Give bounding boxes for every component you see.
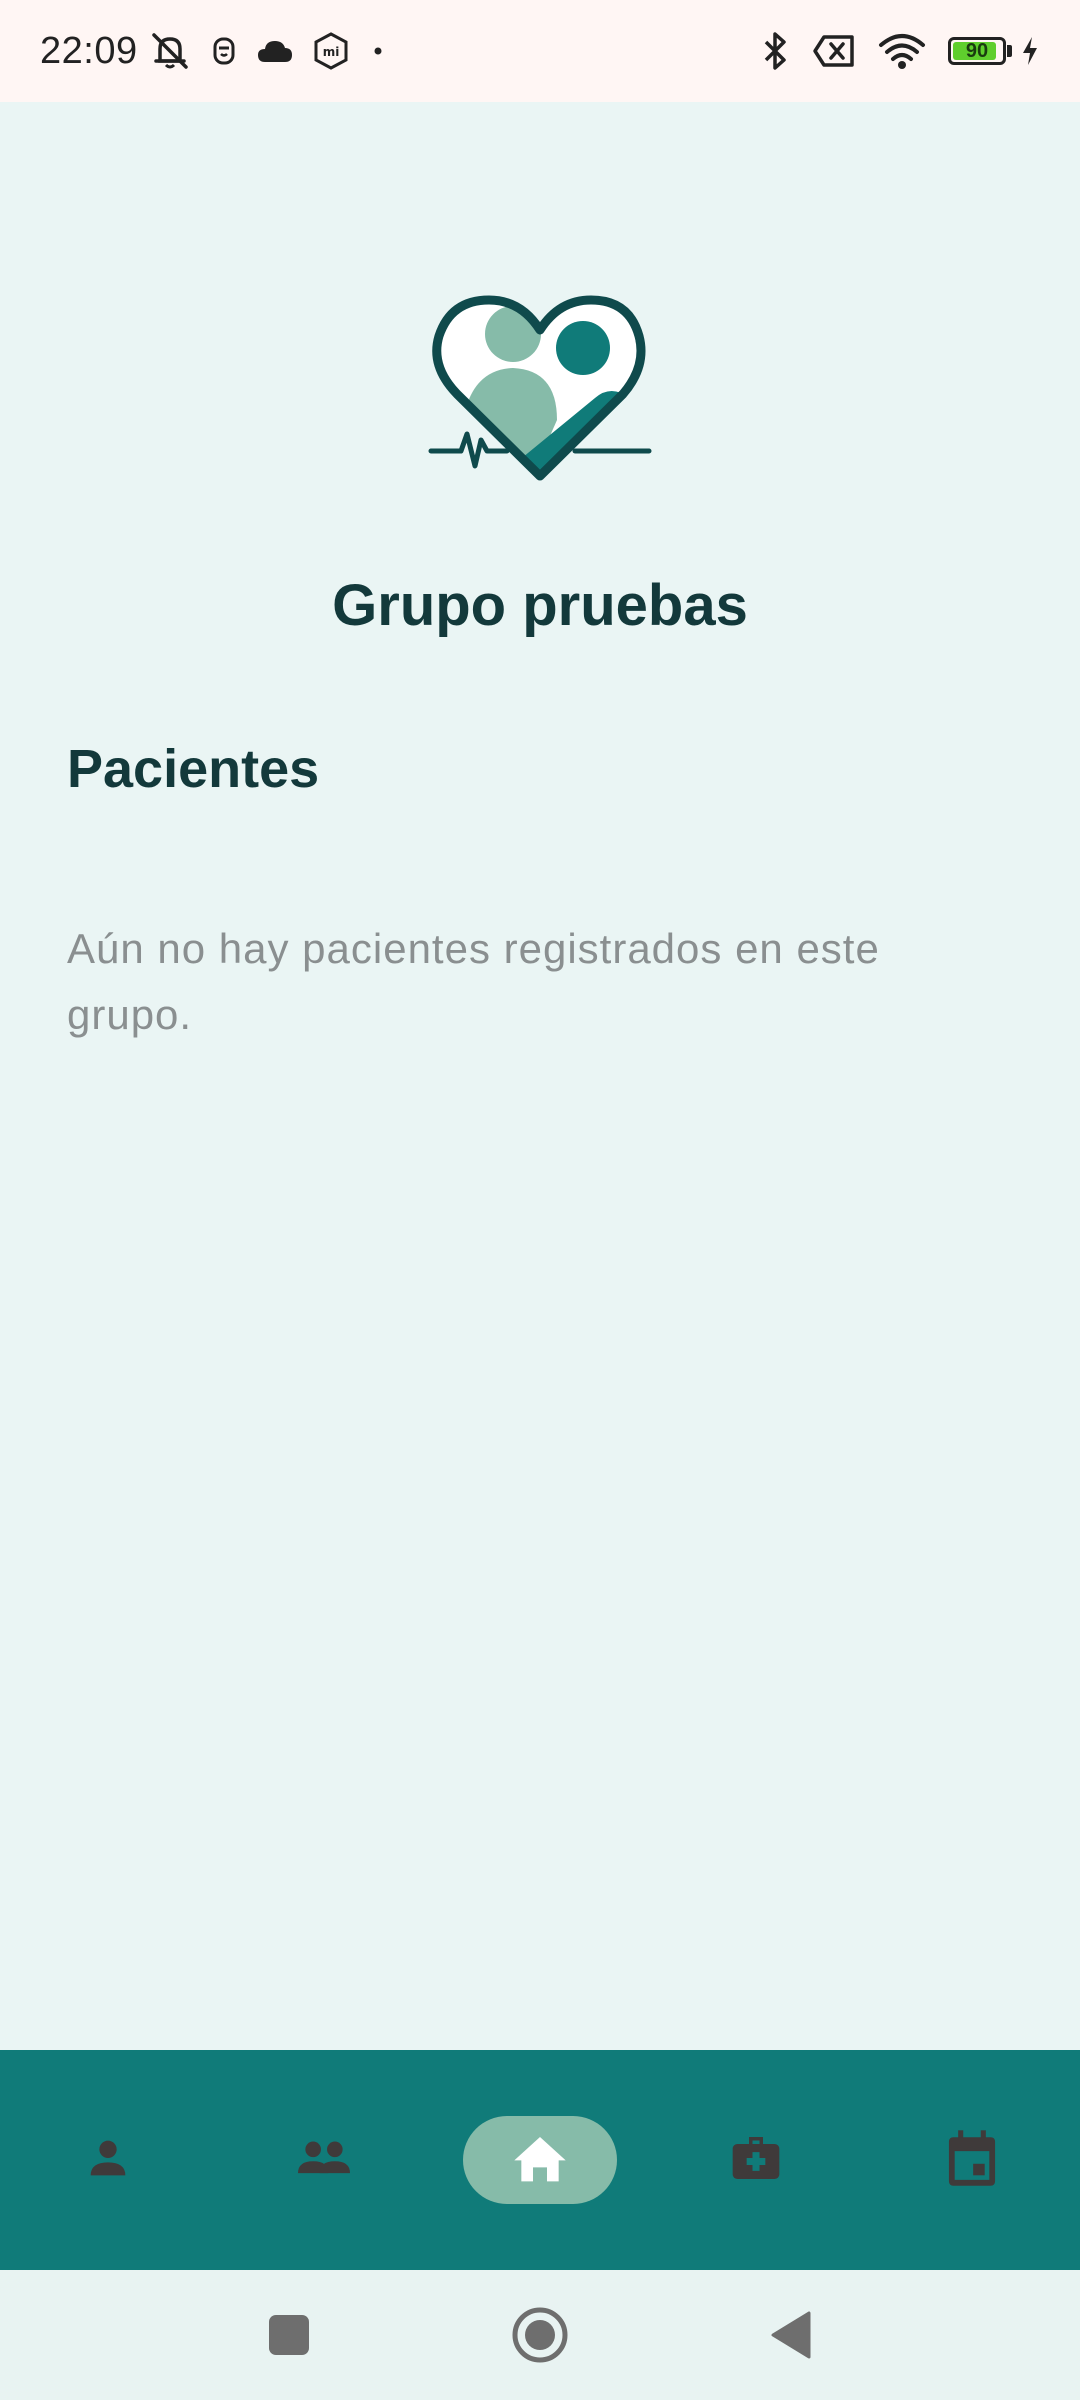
svg-text:mi: mi xyxy=(322,45,339,59)
patients-section-title: Pacientes xyxy=(67,739,320,799)
nav-item-groups[interactable] xyxy=(247,2116,401,2204)
bottom-navigation xyxy=(0,2050,1080,2270)
charging-icon xyxy=(1020,35,1040,67)
back-button[interactable] xyxy=(769,2310,813,2360)
recent-apps-button[interactable] xyxy=(267,2313,311,2357)
empty-patients-message: Aún no hay pacientes registrados en este… xyxy=(67,925,880,1038)
nav-item-home[interactable] xyxy=(463,2116,617,2204)
battery-tip xyxy=(1007,45,1012,57)
medical-kit-icon xyxy=(728,2130,784,2191)
mi-icon: mi xyxy=(312,31,350,71)
status-bar: 22:09 mi 90 xyxy=(0,0,1080,102)
app-notification-icon xyxy=(210,33,238,69)
nav-item-profile[interactable] xyxy=(31,2116,185,2204)
battery-level: 90 xyxy=(965,39,989,62)
person-icon xyxy=(82,2132,134,2189)
home-system-button[interactable] xyxy=(511,2306,569,2364)
muted-bell-icon xyxy=(148,31,192,71)
bluetooth-icon xyxy=(762,30,790,72)
wifi-icon xyxy=(878,32,926,70)
system-navigation-bar xyxy=(0,2270,1080,2400)
dot-icon xyxy=(368,41,388,61)
no-sim-icon xyxy=(812,34,856,68)
people-icon xyxy=(293,2132,355,2189)
cloud-icon xyxy=(256,36,294,66)
battery-outline: 90 xyxy=(948,37,1006,65)
status-right: 90 xyxy=(740,30,1040,72)
app-logo xyxy=(425,290,655,490)
calendar-icon xyxy=(944,2128,1000,2193)
status-time: 22:09 xyxy=(40,29,138,72)
nav-item-calendar[interactable] xyxy=(895,2116,1049,2204)
nav-item-medical[interactable] xyxy=(679,2116,833,2204)
group-title: Grupo pruebas xyxy=(332,573,748,638)
home-icon xyxy=(512,2132,568,2189)
battery-icon: 90 xyxy=(948,37,1012,65)
